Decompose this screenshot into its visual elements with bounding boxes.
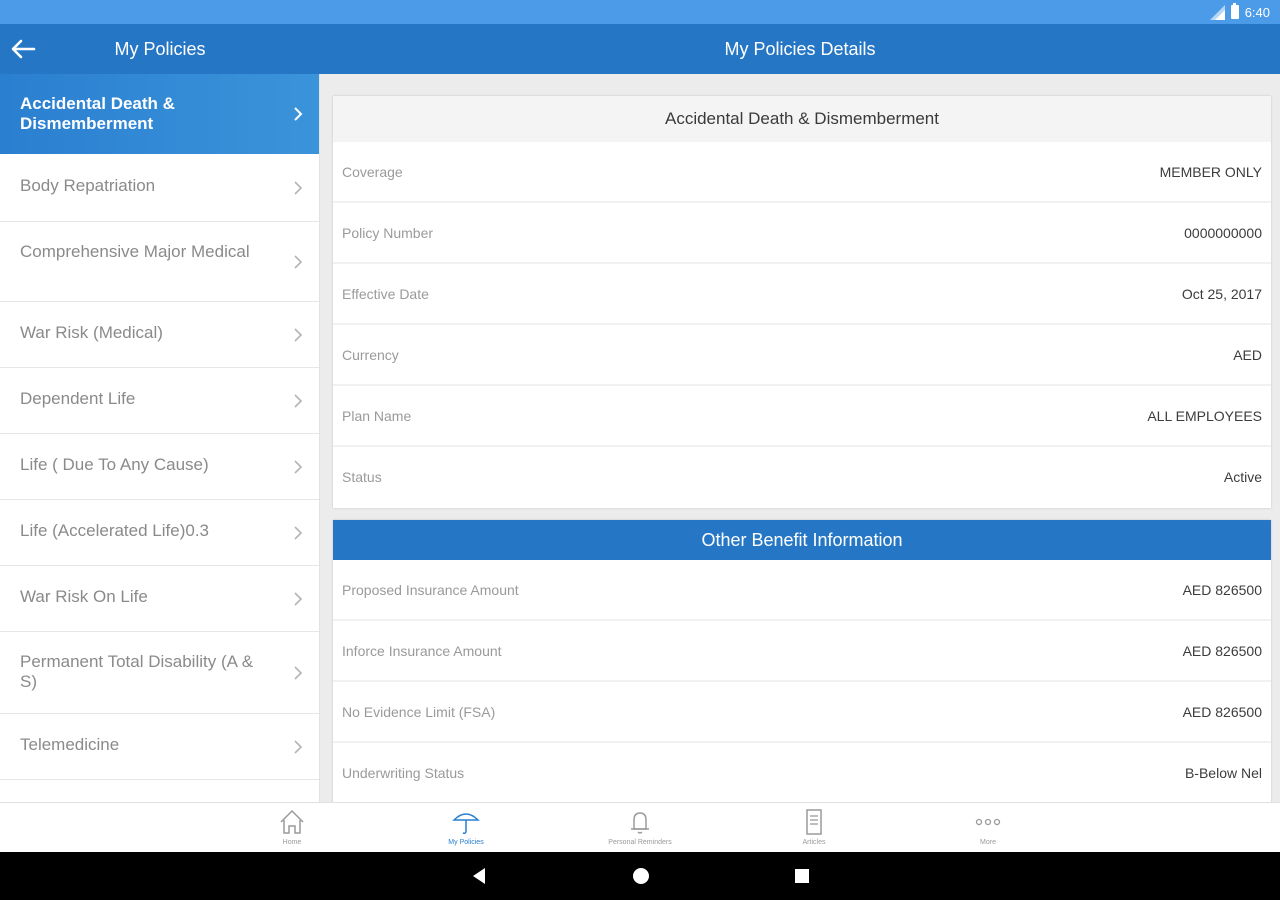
system-navigation-bar (0, 852, 1280, 900)
detail-row-currency: Currency AED (333, 325, 1271, 386)
back-button[interactable] (8, 36, 38, 62)
sidebar-item-label: Dependent Life (20, 389, 136, 408)
battery-icon (1230, 3, 1239, 19)
nav-label: Personal Reminders (608, 839, 672, 846)
benefit-info-card: Other Benefit Information Proposed Insur… (333, 520, 1271, 802)
more-dots-icon (975, 818, 1001, 826)
nav-articles[interactable]: Articles (769, 807, 859, 851)
system-recents-icon[interactable] (792, 866, 812, 886)
detail-row-underwriting-status: Underwriting Status B-Below Nel (333, 743, 1271, 802)
sidebar-item-label: War Risk (Medical) (20, 323, 163, 342)
detail-row-no-evidence-limit: No Evidence Limit (FSA) AED 826500 (333, 682, 1271, 743)
policy-card-title: Accidental Death & Dismemberment (333, 96, 1271, 142)
home-icon (280, 809, 304, 834)
detail-key: Policy Number (342, 225, 434, 241)
chevron-right-icon (294, 459, 303, 474)
nav-more[interactable]: More (943, 807, 1033, 851)
detail-key: Plan Name (342, 408, 412, 424)
nav-my-policies[interactable]: My Policies (421, 807, 511, 851)
detail-value: AED (1233, 347, 1262, 363)
sidebar-item-body-repatriation[interactable]: Body Repatriation (0, 154, 319, 222)
sidebar-item-label: Permanent Total Disability (A & S) (20, 652, 254, 691)
sidebar-item-telemedicine[interactable]: Telemedicine (0, 714, 319, 780)
detail-row-inforce-amount: Inforce Insurance Amount AED 826500 (333, 621, 1271, 682)
back-arrow-icon (11, 39, 36, 59)
system-home-icon[interactable] (631, 866, 651, 886)
detail-key: Inforce Insurance Amount (342, 643, 502, 659)
status-icons: 6:40 (1209, 3, 1270, 20)
nav-label: Articles (802, 839, 826, 846)
policy-details: Accidental Death & Dismemberment Coverag… (320, 74, 1280, 802)
detail-key: No Evidence Limit (FSA) (342, 704, 496, 720)
sidebar-title: My Policies (114, 39, 206, 59)
sidebar-item-label: Life ( Due To Any Cause) (20, 455, 209, 474)
sidebar-item-dependent-life[interactable]: Dependent Life (0, 368, 319, 434)
detail-value: Active (1223, 469, 1262, 485)
sidebar-item-life-any-cause[interactable]: Life ( Due To Any Cause) (0, 434, 319, 500)
status-time: 6:40 (1244, 4, 1270, 20)
detail-key: Currency (342, 347, 399, 363)
sidebar-item-war-risk-life[interactable]: War Risk On Life (0, 566, 319, 632)
nav-label: Home (282, 839, 302, 846)
sidebar-item-label: Comprehensive Major Medical (20, 242, 250, 261)
chevron-right-icon (294, 393, 303, 408)
detail-value: 0000000000 (1184, 225, 1262, 241)
detail-key: Status (342, 469, 382, 485)
detail-key: Effective Date (342, 286, 429, 302)
detail-value: B-Below Nel (1184, 765, 1262, 781)
chevron-right-icon (294, 525, 303, 540)
app-bar: My Policies My Policies Details (0, 24, 1280, 74)
detail-row-plan-name: Plan Name ALL EMPLOYEES (333, 386, 1271, 447)
chevron-right-icon (294, 180, 303, 195)
nav-label: My Policies (448, 839, 484, 846)
chevron-right-icon (294, 591, 303, 606)
benefit-card-title: Other Benefit Information (333, 520, 1271, 560)
sidebar-item-label: Telemedicine (20, 735, 120, 754)
umbrella-icon (452, 813, 480, 834)
detail-key: Underwriting Status (342, 765, 465, 781)
chevron-right-icon (294, 254, 303, 269)
system-back-icon[interactable] (470, 866, 490, 886)
nav-home[interactable]: Home (247, 807, 337, 851)
chevron-right-icon (294, 107, 303, 121)
sidebar-item-label: Accidental Death & Dismemberment (20, 94, 175, 133)
page-title: My Policies Details (724, 39, 876, 59)
policy-list: Accidental Death & Dismemberment Body Re… (0, 74, 320, 802)
nav-personal-reminders[interactable]: Personal Reminders (595, 807, 685, 851)
detail-value: AED 826500 (1182, 643, 1262, 659)
detail-value: AED 826500 (1182, 704, 1262, 720)
sidebar-item-label: War Risk On Life (20, 587, 148, 606)
detail-row-proposed-amount: Proposed Insurance Amount AED 826500 (333, 560, 1271, 621)
detail-row-coverage: Coverage MEMBER ONLY (333, 142, 1271, 203)
chevron-right-icon (294, 739, 303, 754)
nav-label: More (980, 839, 996, 846)
detail-row-policy-number: Policy Number 0000000000 (333, 203, 1271, 264)
sidebar-item-label: Body Repatriation (20, 176, 156, 195)
sidebar-item-permanent-total-disability[interactable]: Permanent Total Disability (A & S) (0, 632, 319, 714)
detail-row-effective-date: Effective Date Oct 25, 2017 (333, 264, 1271, 325)
sidebar-item-comprehensive-major-medical[interactable]: Comprehensive Major Medical (0, 222, 319, 302)
document-icon (806, 809, 822, 835)
chevron-right-icon (294, 327, 303, 342)
policy-summary-card: Accidental Death & Dismemberment Coverag… (333, 96, 1271, 508)
sidebar-item-life-accelerated[interactable]: Life (Accelerated Life)0.3 (0, 500, 319, 566)
bell-icon (631, 812, 649, 834)
detail-value: MEMBER ONLY (1159, 164, 1262, 180)
detail-value: Oct 25, 2017 (1181, 286, 1262, 302)
detail-key: Proposed Insurance Amount (342, 582, 519, 598)
status-bar: 6:40 (0, 0, 1280, 24)
signal-icon (1209, 4, 1225, 20)
sidebar-item-war-risk-medical[interactable]: War Risk (Medical) (0, 302, 319, 368)
bottom-navigation: Home My Policies Personal Reminders Arti… (0, 802, 1280, 852)
detail-value: ALL EMPLOYEES (1147, 408, 1262, 424)
sidebar-item-accidental-death[interactable]: Accidental Death & Dismemberment (0, 74, 319, 154)
detail-row-status: Status Active (333, 447, 1271, 508)
detail-value: AED 826500 (1182, 582, 1262, 598)
chevron-right-icon (294, 665, 303, 680)
sidebar-item-label: Life (Accelerated Life)0.3 (20, 521, 209, 540)
detail-key: Coverage (342, 164, 403, 180)
